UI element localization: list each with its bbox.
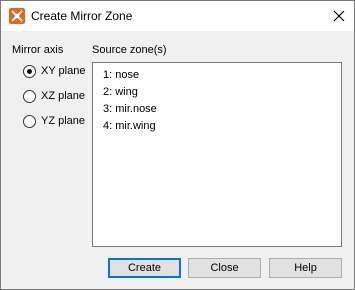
create-mirror-zone-dialog: Create Mirror Zone Mirror axis XY plane … <box>0 0 355 290</box>
radio-xz-plane[interactable]: XZ plane <box>23 88 85 104</box>
source-zones-list[interactable]: 1: nose 2: wing 3: mir.nose 4: mir.wing <box>92 62 342 247</box>
radio-label-xz: XZ plane <box>41 90 86 102</box>
list-item[interactable]: 2: wing <box>103 84 341 101</box>
radio-yz-plane[interactable]: YZ plane <box>23 113 85 129</box>
radio-label-xy: XY plane <box>41 65 86 77</box>
list-item[interactable]: 3: mir.nose <box>103 101 341 118</box>
help-button[interactable]: Help <box>269 258 342 278</box>
radio-label-yz: YZ plane <box>41 115 86 127</box>
source-zones-label: Source zone(s) <box>92 44 167 56</box>
title-bar: Create Mirror Zone <box>1 1 354 31</box>
close-icon <box>333 10 345 22</box>
close-button[interactable]: Close <box>188 258 261 278</box>
radio-button[interactable] <box>23 114 36 128</box>
radio-button[interactable] <box>23 89 36 103</box>
window-title: Create Mirror Zone <box>31 9 133 23</box>
radio-button-checked[interactable] <box>23 64 36 78</box>
mirror-axis-label: Mirror axis <box>12 44 64 56</box>
list-item[interactable]: 1: nose <box>103 67 341 84</box>
list-item[interactable]: 4: mir.wing <box>103 118 341 135</box>
tecplot-app-icon <box>9 8 25 24</box>
close-window-button[interactable] <box>324 1 354 31</box>
create-button[interactable]: Create <box>108 258 181 278</box>
radio-xy-plane[interactable]: XY plane <box>23 63 85 79</box>
